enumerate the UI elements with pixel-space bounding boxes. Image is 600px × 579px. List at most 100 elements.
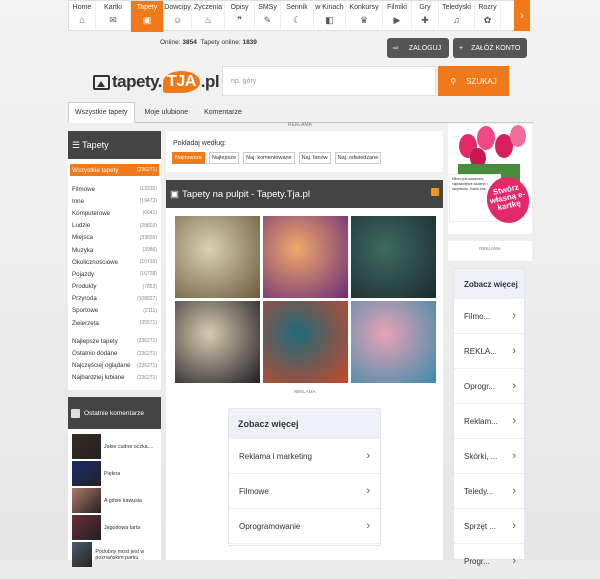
- sort-option-button[interactable]: Naj. fanów: [298, 152, 331, 164]
- nav-item-opisy[interactable]: Opisy ❞: [225, 1, 255, 32]
- see-more-title: Zobacz więcej: [229, 409, 380, 439]
- sidebar-category-item[interactable]: Inne (19473): [68, 195, 161, 207]
- nav-item-życzenia[interactable]: Życzenia ♨: [192, 1, 225, 32]
- search-button[interactable]: ⚲ SZUKAJ: [438, 66, 509, 96]
- sidebar-category-item[interactable]: Produkty (7853): [68, 281, 161, 293]
- sidebar-sort-item[interactable]: Najlepsze tapety (236271): [68, 335, 161, 347]
- nav-item-smsy[interactable]: SMSy ✎: [255, 1, 281, 32]
- nav-next-button[interactable]: ›: [514, 0, 530, 31]
- see-more-item[interactable]: Reklama i marketing ›: [229, 439, 380, 474]
- rss-icon[interactable]: [431, 188, 439, 196]
- comment-item[interactable]: Jagodowa tarta: [68, 514, 161, 541]
- sidebar-category-item[interactable]: Pojazdy (16728): [68, 268, 161, 280]
- see-more-item[interactable]: Filmowe ›: [229, 474, 380, 509]
- sidebar-sort-item[interactable]: Najczęściej oglądane (236271): [68, 360, 161, 372]
- sidebar-category-item[interactable]: Komputerowe (6641): [68, 207, 161, 219]
- login-button[interactable]: ⇨ ZALOGUJ: [387, 38, 449, 58]
- see-more-label: Reklama i marketing: [239, 451, 312, 461]
- comment-item[interactable]: Piękna: [68, 460, 161, 487]
- sidebar-item-count: (2111): [143, 307, 157, 314]
- sort-option-button[interactable]: Najlepsze: [208, 152, 240, 164]
- wallpaper-thumbnail[interactable]: [263, 216, 348, 298]
- site-logo[interactable]: tapety. TJA .pl: [93, 67, 220, 97]
- nav-item-konkursy[interactable]: Konkursy ♛: [346, 1, 383, 32]
- sidebar-category-item[interactable]: Zwierzęta (35571): [68, 317, 161, 329]
- ad-label-right: REKLAMA: [448, 241, 532, 261]
- sidebar-item-label: Ostatnio dodane: [72, 350, 118, 358]
- login-icon: ⇨: [393, 45, 399, 52]
- right-see-more-item[interactable]: Progr... ›: [454, 544, 524, 579]
- comment-thumbnail: [72, 461, 101, 486]
- trophy-icon: ♛: [359, 14, 369, 25]
- tab-comments[interactable]: Komentarze: [198, 102, 248, 123]
- chevron-right-icon: ›: [512, 310, 516, 322]
- nav-item-label: Konkursy: [349, 4, 379, 11]
- comment-item[interactable]: A gdzie kawusia: [68, 487, 161, 514]
- menu-icon: ☰: [72, 139, 81, 150]
- sort-option-button[interactable]: Najnowsze: [172, 152, 205, 164]
- comment-item[interactable]: Jakie cudne oczka....: [68, 433, 161, 460]
- sidebar-item-label: Sportowe: [72, 307, 99, 315]
- sidebar-item-label: Przyroda: [72, 295, 97, 303]
- register-label: ZAŁÓŻ KONTO: [471, 44, 521, 52]
- sort-label: Pokładaj według:: [173, 140, 226, 147]
- nav-item-dowcipy[interactable]: Dowcipy ☺: [164, 1, 192, 32]
- wallpaper-thumbnail[interactable]: [263, 301, 348, 383]
- wallpaper-thumbnail[interactable]: [175, 216, 260, 298]
- nav-item-filmiki[interactable]: Filmiki ▶: [383, 1, 412, 32]
- tab-my-favorites[interactable]: Moje ulubione: [139, 102, 195, 123]
- right-see-more-item[interactable]: Skórki, ... ›: [454, 439, 524, 474]
- nav-item-kartki[interactable]: Kartki ✉: [96, 1, 131, 32]
- nav-item-rozry[interactable]: Rozry ✿: [475, 1, 501, 32]
- sidebar-item-label: Inne: [72, 197, 85, 205]
- sidebar-sort-item[interactable]: Ostatnio dodane (236271): [68, 347, 161, 359]
- right-see-more-item[interactable]: Sprzęt ... ›: [454, 509, 524, 544]
- comment-thumbnail: [72, 542, 93, 567]
- comment-item[interactable]: Podobny most jest w poznańskim parku: [68, 541, 161, 568]
- ecard-ad[interactable]: Miłość jest dawaniem, najważniejsze zauf…: [448, 124, 534, 234]
- card-icon: ✉: [109, 14, 117, 25]
- sidebar-category-item[interactable]: Przyroda (108827): [68, 293, 161, 305]
- sort-option-button[interactable]: Naj. odwiedzane: [334, 152, 382, 164]
- chevron-right-icon: ›: [512, 380, 516, 392]
- nav-item-w-kinach[interactable]: w Kinach ◧: [314, 1, 346, 32]
- wallpaper-thumbnail[interactable]: [351, 301, 436, 383]
- moon-icon: ☾: [292, 14, 302, 25]
- right-see-more-item[interactable]: REKLA... ›: [454, 334, 524, 369]
- nav-item-gry[interactable]: Gry ✚: [412, 1, 439, 32]
- right-see-more-item[interactable]: Reklam... ›: [454, 404, 524, 439]
- sidebar-category-item[interactable]: Okolicznościowe (10716): [68, 256, 161, 268]
- right-see-more-item[interactable]: Oprogr... ›: [454, 369, 524, 404]
- right-see-more-item[interactable]: Filmo... ›: [454, 299, 524, 334]
- nav-item-sennik[interactable]: Sennik ☾: [281, 1, 314, 32]
- right-see-more-item[interactable]: Teledy... ›: [454, 474, 524, 509]
- nav-item-label: Opisy: [230, 4, 249, 11]
- sort-option-button[interactable]: Naj. komentowane: [243, 152, 295, 164]
- tab-all-wallpapers[interactable]: Wszystkie tapety: [68, 102, 135, 123]
- sidebar-item-label: Ludzie: [72, 222, 91, 230]
- nav-item-label: Rozry: [478, 4, 497, 11]
- nav-item-teledyski[interactable]: Teledyski ♫: [439, 1, 475, 32]
- wallpaper-thumbnail[interactable]: [175, 301, 260, 383]
- sidebar-sort-item[interactable]: Najbardziej lubiane (236271): [68, 372, 161, 384]
- sidebar-item-all[interactable]: Wszystkie tapety (236271): [70, 164, 159, 176]
- gallery-title-label: Tapety na pulpit - Tapety.Tja.pl: [181, 188, 310, 200]
- nav-item-tapety[interactable]: Tapety ▣: [131, 1, 164, 32]
- login-label: ZALOGUJ: [408, 44, 442, 52]
- recent-comments: Ostatnie komentarze Jakie cudne oczka...…: [68, 397, 161, 567]
- comment-text: Jagodowa tarta: [104, 524, 141, 531]
- sort-box: Pokładaj według: Najnowsze Najlepsze Naj. …: [166, 131, 443, 172]
- sidebar-category-item[interactable]: Muzyka (3986): [68, 244, 161, 256]
- sidebar-item-label: Najbardziej lubiane: [72, 374, 125, 382]
- sidebar-category-item[interactable]: Filmowe (13330): [68, 183, 161, 195]
- search-input[interactable]: np. góry: [222, 66, 436, 96]
- chevron-right-icon: ›: [512, 345, 516, 357]
- sidebar-category-item[interactable]: Miejsca (33026): [68, 232, 161, 244]
- see-more-label: Sprzęt ...: [464, 521, 497, 531]
- register-button[interactable]: + ZAŁÓŻ KONTO: [453, 38, 527, 58]
- see-more-item[interactable]: Oprogramowanie ›: [229, 509, 380, 544]
- sidebar-category-item[interactable]: Ludzie (28603): [68, 220, 161, 232]
- nav-item-home[interactable]: Home ⌂: [69, 1, 96, 32]
- sidebar-category-item[interactable]: Sportowe (2111): [68, 305, 161, 317]
- wallpaper-thumbnail[interactable]: [351, 216, 436, 298]
